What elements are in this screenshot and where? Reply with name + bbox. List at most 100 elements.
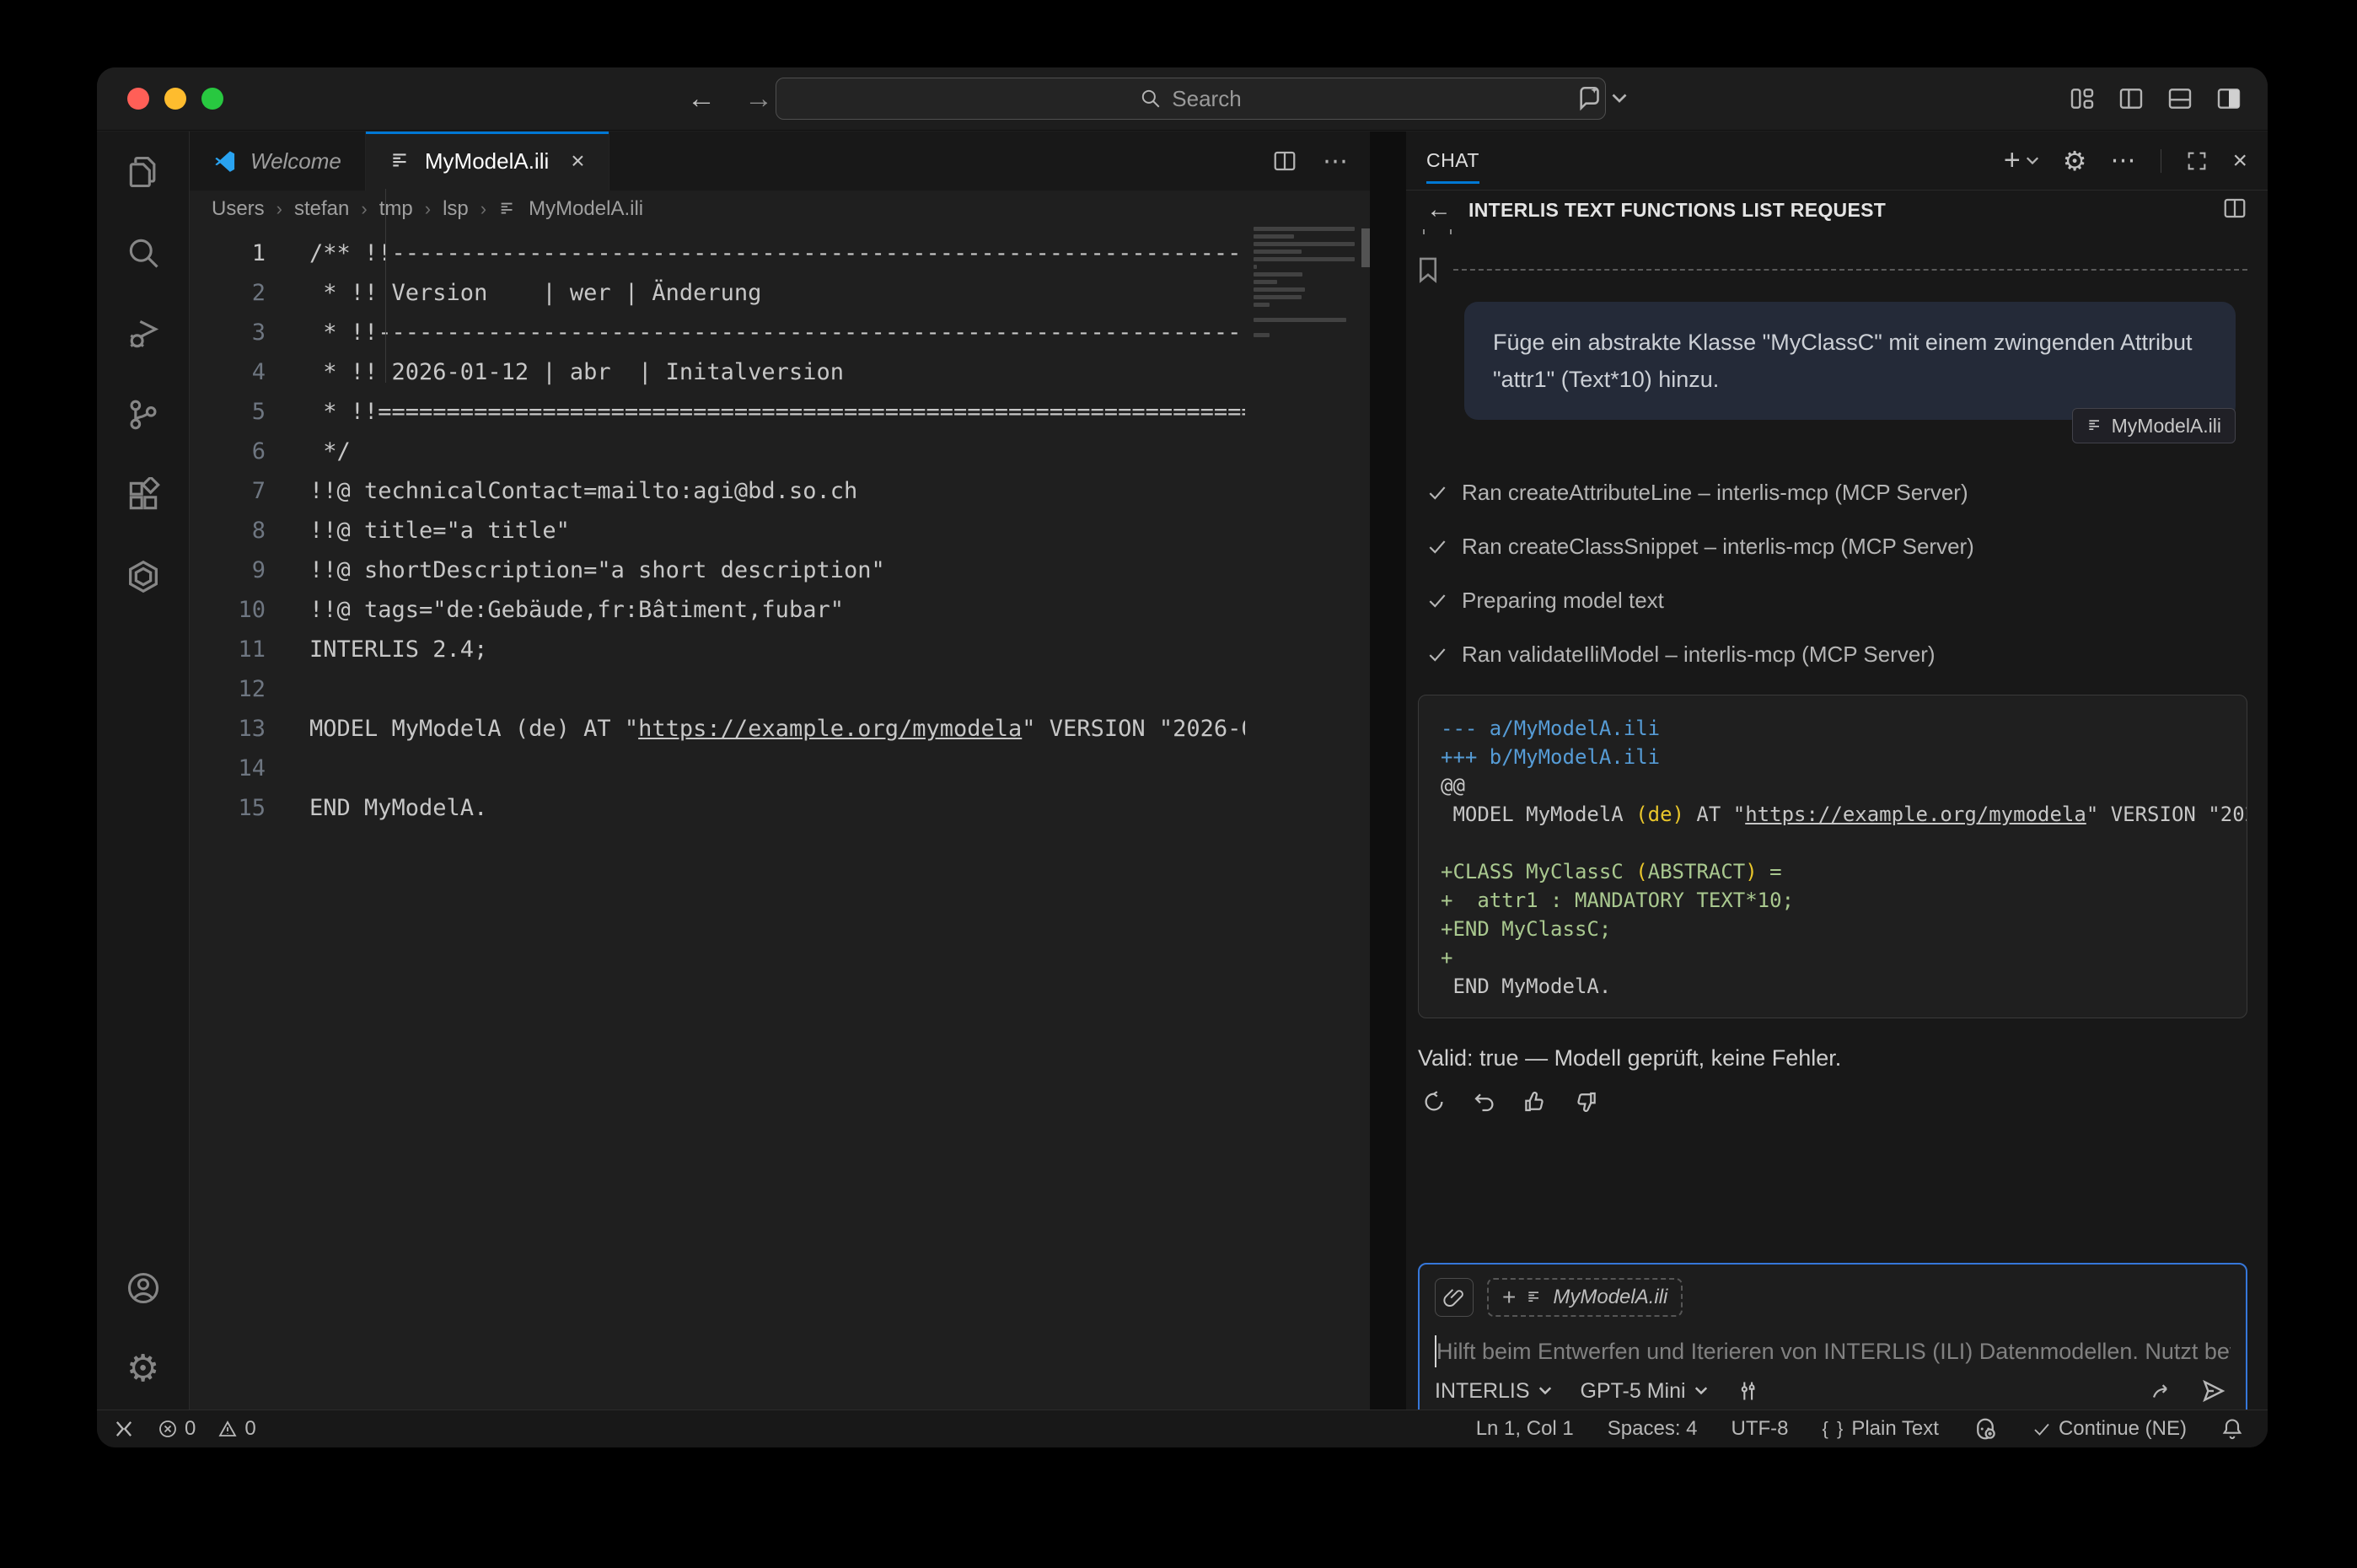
toggle-primary-sidebar-icon[interactable] xyxy=(2118,85,2145,112)
sidebar-item-interlis-extension[interactable] xyxy=(97,536,190,617)
minimap[interactable] xyxy=(1254,227,1361,1410)
editor-line[interactable]: 12 xyxy=(190,669,1245,709)
editor-line[interactable]: 13MODEL MyModelA (de) AT "https://exampl… xyxy=(190,709,1245,749)
copilot-status-icon[interactable] xyxy=(1973,1416,1998,1442)
tools-icon[interactable] xyxy=(1737,1379,1760,1403)
editor-line[interactable]: 2 * !! Version | wer | Änderung xyxy=(190,273,1245,313)
diff-code-block[interactable]: --- a/MyModelA.ili+++ b/MyModelA.ili@@ M… xyxy=(1418,695,2247,1018)
mode-picker[interactable]: INTERLIS xyxy=(1435,1379,1552,1404)
sidebar-item-run-debug[interactable] xyxy=(97,293,190,374)
attach-context-button[interactable] xyxy=(1435,1278,1474,1317)
editor-line[interactable]: 5 * !!==================================… xyxy=(190,392,1245,432)
breadcrumb[interactable]: Users› stefan› tmp› lsp› MyModelA.ili xyxy=(190,191,1370,227)
sidebar-item-extensions[interactable] xyxy=(97,455,190,536)
zoom-window-button[interactable] xyxy=(201,88,223,110)
breadcrumb-item[interactable]: stefan xyxy=(294,197,349,221)
forward-arrow-icon[interactable]: → xyxy=(744,83,773,115)
send-icon[interactable] xyxy=(2200,1377,2227,1404)
editor-line[interactable]: 1/** !!---------------------------------… xyxy=(190,234,1245,273)
remote-indicator-icon[interactable] xyxy=(112,1417,136,1441)
cursor-position[interactable]: Ln 1, Col 1 xyxy=(1476,1417,1574,1441)
scrollbar-slider[interactable] xyxy=(1361,228,1370,267)
tab-label: Welcome xyxy=(250,148,341,175)
editor-line[interactable]: 4 * !! 2026-01-12 | abr | Initalversion xyxy=(190,352,1245,392)
tab-mymodela[interactable]: MyModelA.ili × xyxy=(366,132,609,191)
editor-line[interactable]: 7!!@ technicalContact=mailto:agi@bd.so.c… xyxy=(190,471,1245,511)
undo-icon[interactable] xyxy=(1472,1089,1497,1114)
sidebar-item-source-control[interactable] xyxy=(97,374,190,455)
editor-line[interactable]: 14 xyxy=(190,749,1245,788)
editor-line[interactable]: 10!!@ tags="de:Gebäude,fr:Bâtiment,fubar… xyxy=(190,590,1245,630)
tab-welcome[interactable]: Welcome xyxy=(190,132,366,191)
chat-input-placeholder: Hilft beim Entwerfen und Iterieren von I… xyxy=(1436,1339,2231,1365)
retry-icon[interactable] xyxy=(1421,1089,1447,1114)
plus-icon: + xyxy=(1502,1284,1516,1311)
chat-input[interactable]: Hilft beim Entwerfen und Iterieren von I… xyxy=(1435,1335,2231,1367)
extension-status[interactable]: Continue (NE) xyxy=(2032,1417,2187,1441)
chat-more-actions-icon[interactable]: ⋯ xyxy=(2110,146,2137,175)
editor-line[interactable]: 9!!@ shortDescription="a short descripti… xyxy=(190,550,1245,590)
bell-icon[interactable] xyxy=(2220,1417,2244,1441)
breadcrumb-item[interactable]: lsp xyxy=(443,197,469,221)
split-editor-icon[interactable] xyxy=(1272,148,1297,174)
forward-curved-arrow-icon[interactable] xyxy=(2150,1378,2175,1404)
chat-input-box[interactable]: + MyModelA.ili Hilft beim Entwerfen und … xyxy=(1418,1263,2247,1410)
maximize-panel-icon[interactable] xyxy=(2185,149,2209,173)
breadcrumb-item[interactable]: Users xyxy=(212,197,265,221)
customize-layout-icon[interactable] xyxy=(2069,85,2096,112)
editor-line[interactable]: 11INTERLIS 2.4; xyxy=(190,630,1245,669)
back-icon[interactable]: ← xyxy=(1426,196,1452,224)
model-picker[interactable]: GPT-5 Mini xyxy=(1581,1379,1708,1404)
chat-settings-gear-icon[interactable]: ⚙ xyxy=(2063,148,2087,175)
language-mode[interactable]: { } Plain Text xyxy=(1823,1417,1939,1441)
close-window-button[interactable] xyxy=(127,88,149,110)
settings-button[interactable]: ⚙ xyxy=(97,1329,190,1410)
editor-line[interactable]: 6 */ xyxy=(190,432,1245,471)
thumbs-up-icon[interactable] xyxy=(1522,1089,1548,1114)
editor-chat-divider[interactable] xyxy=(1370,132,1406,1410)
editor-line[interactable]: 3 * !!----------------------------------… xyxy=(190,313,1245,352)
close-tab-icon[interactable]: × xyxy=(571,148,584,175)
indentation[interactable]: Spaces: 4 xyxy=(1608,1417,1698,1441)
sidebar-item-search[interactable] xyxy=(97,212,190,293)
toggle-panel-icon[interactable] xyxy=(2166,85,2193,112)
tool-run-item[interactable]: Ran createAttributeLine – interlis-mcp (… xyxy=(1426,465,2247,519)
chat-result-text: Valid: true — Modell geprüft, keine Fehl… xyxy=(1418,1045,1841,1071)
problems-warnings[interactable]: 0 xyxy=(217,1417,255,1441)
breadcrumb-item[interactable]: MyModelA.ili xyxy=(529,197,643,221)
extensions-icon xyxy=(125,477,162,514)
editor-actions-more-icon[interactable]: ⋯ xyxy=(1323,147,1348,176)
toggle-secondary-sidebar-icon[interactable] xyxy=(2215,85,2242,112)
problems-errors[interactable]: 0 xyxy=(158,1417,196,1441)
chat-panel-header: CHAT + ⚙ ⋯ × xyxy=(1406,132,2268,191)
editor-code[interactable]: 1/** !!---------------------------------… xyxy=(190,227,1245,1410)
thumbs-down-icon[interactable] xyxy=(1573,1089,1598,1114)
chat-thread-title: INTERLIS TEXT FUNCTIONS LIST REQUEST xyxy=(1468,199,1886,222)
minimize-window-button[interactable] xyxy=(164,88,186,110)
copilot-menu[interactable] xyxy=(1576,84,1627,113)
tool-run-item[interactable]: Preparing model text xyxy=(1426,573,2247,627)
close-panel-icon[interactable]: × xyxy=(2232,147,2247,175)
accounts-button[interactable] xyxy=(97,1248,190,1329)
tab-chat[interactable]: CHAT xyxy=(1426,132,1479,191)
command-search-box[interactable]: Search xyxy=(776,78,1606,120)
sidebar-item-explorer[interactable] xyxy=(97,132,190,212)
breadcrumb-item[interactable]: tmp xyxy=(379,197,413,221)
editor-line[interactable]: 15END MyModelA. xyxy=(190,788,1245,828)
source-control-icon xyxy=(125,396,162,433)
check-icon xyxy=(1426,589,1448,611)
chat-thread-header: ← INTERLIS TEXT FUNCTIONS LIST REQUEST xyxy=(1406,191,2268,229)
back-arrow-icon[interactable]: ← xyxy=(687,83,716,115)
tab-label: MyModelA.ili xyxy=(425,148,549,175)
input-attachment-chip[interactable]: + MyModelA.ili xyxy=(1487,1278,1683,1317)
encoding[interactable]: UTF-8 xyxy=(1732,1417,1789,1441)
file-list-icon xyxy=(498,200,517,218)
tool-run-item[interactable]: Ran validateIliModel – interlis-mcp (MCP… xyxy=(1426,627,2247,681)
diff-line: +CLASS MyClassC (ABSTRACT) = xyxy=(1441,857,2225,886)
tool-run-item[interactable]: Ran createClassSnippet – interlis-mcp (M… xyxy=(1426,519,2247,573)
new-chat-button[interactable]: + xyxy=(2004,144,2039,177)
request-attachment-chip[interactable]: MyModelA.ili xyxy=(2072,408,2236,443)
open-in-editor-icon[interactable] xyxy=(2222,196,2247,221)
attachment-name: MyModelA.ili xyxy=(1553,1286,1667,1309)
editor-line[interactable]: 8!!@ title="a title" xyxy=(190,511,1245,550)
